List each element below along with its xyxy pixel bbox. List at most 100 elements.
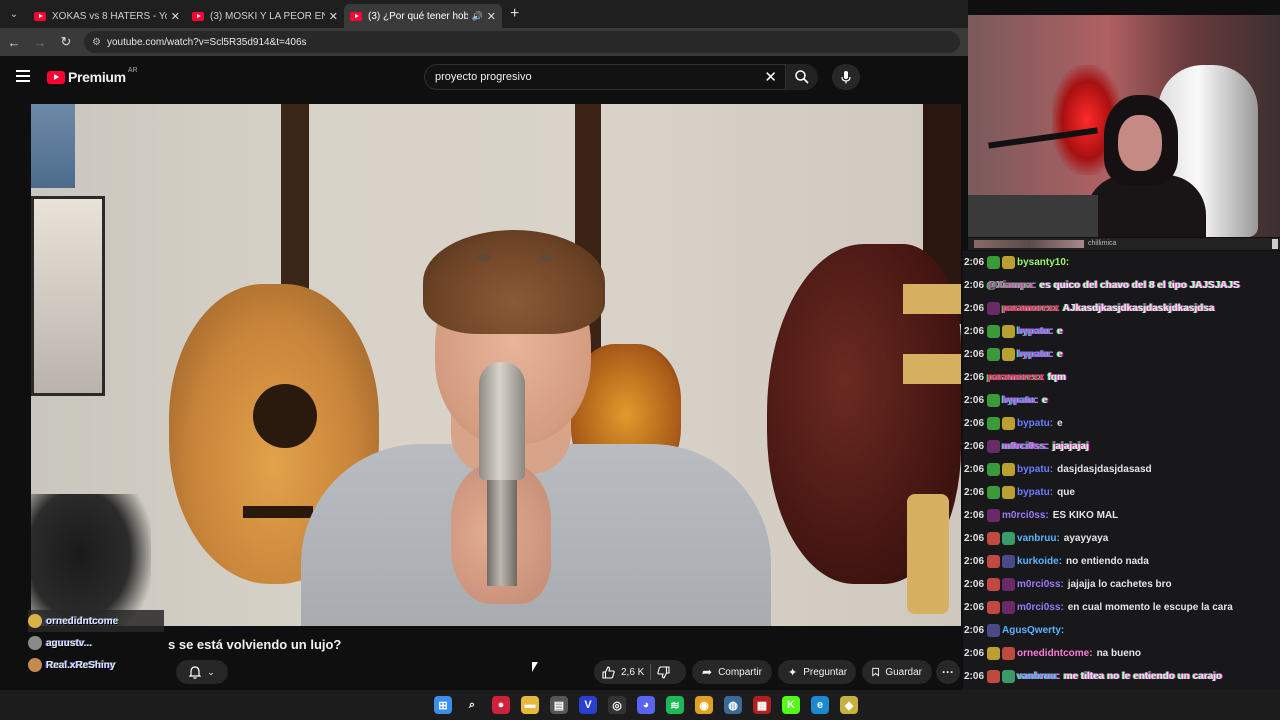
live-chat[interactable]: 2:06 bysanty10: 2:06 @Xiampa: es quico del c… [963, 251, 1280, 690]
guitar-pickup [903, 284, 961, 314]
chat-text: dasjdasjdasjdasasd [1057, 464, 1152, 475]
tab-search-icon[interactable]: ⌄ [0, 0, 28, 28]
search-input[interactable]: proyecto progresivo ✕ [424, 64, 786, 90]
voice-search-button[interactable] [832, 64, 860, 90]
speaker-icon[interactable]: 🔊 [472, 11, 483, 22]
like-count[interactable]: 2,6 K [621, 667, 644, 678]
framed-photo [31, 196, 105, 396]
edge-icon[interactable]: e [811, 696, 829, 714]
discord-icon[interactable]: ◕ [637, 696, 655, 714]
video-player[interactable] [31, 104, 961, 626]
chat-username[interactable]: bypatu: [1002, 395, 1038, 406]
share-label: Compartir [718, 666, 762, 678]
youtube-favicon-icon [350, 11, 362, 21]
forward-arrow-icon[interactable]: → [28, 35, 52, 50]
search-icon[interactable]: ⌕ [463, 696, 481, 714]
chat-username[interactable]: m0rci0ss: [1017, 579, 1064, 590]
notification-bell-button[interactable]: ⌄ [176, 660, 228, 684]
app-red-icon[interactable]: ● [492, 696, 510, 714]
youtube-logo[interactable]: Premium AR [47, 67, 138, 85]
youtube-header: Premium AR proyecto progresivo ✕ [0, 56, 968, 100]
chat-username[interactable]: m0rci0ss: [1017, 602, 1064, 613]
like-icon[interactable] [602, 665, 615, 679]
chat-message: 2:06 ornedidntcome: na bueno [963, 642, 1280, 665]
tab-label: XOKAS vs 8 HATERS - YouTube [52, 10, 167, 22]
chat-badge-icon [1002, 325, 1016, 338]
chat-username[interactable]: paramorexx [1002, 303, 1059, 314]
chat-message: 2:06 bypatu: e [963, 389, 1280, 412]
tab-1[interactable]: XOKAS vs 8 HATERS - YouTube ✕ [28, 4, 186, 28]
chat-timestamp: 2:06 [964, 556, 985, 567]
obs-icon[interactable]: ◎ [608, 696, 626, 714]
chat-message: 2:06 kurkoide: no entiendo nada [963, 550, 1280, 573]
chat-username[interactable]: ornedidntcome: [1017, 648, 1093, 659]
chat-timestamp: 2:06 [964, 602, 985, 613]
chat-timestamp: 2:06 [964, 579, 985, 590]
search-button[interactable] [786, 64, 818, 90]
thumbnail-strip [974, 240, 1084, 248]
chat-username[interactable]: bypatu: [1017, 418, 1053, 429]
microphone-icon [841, 71, 851, 84]
chat-text: e [1057, 349, 1063, 360]
chat-text: e [1042, 395, 1048, 406]
chat-username[interactable]: bypatu: [1017, 326, 1053, 337]
chat-username[interactable]: vanbruu: [1017, 533, 1060, 544]
v-app-icon[interactable]: V [579, 696, 597, 714]
store-icon[interactable]: ▤ [550, 696, 568, 714]
close-tab-icon[interactable]: ✕ [487, 10, 496, 23]
chat-timestamp: 2:06 [964, 326, 985, 337]
clear-search-icon[interactable]: ✕ [764, 68, 777, 86]
wave-app-icon[interactable]: ◍ [724, 696, 742, 714]
chat-badge-icon [987, 578, 1001, 591]
spotify-icon[interactable]: ≋ [666, 696, 684, 714]
chat-badge-icon [987, 532, 1001, 545]
tab-3-active[interactable]: (3) ¿Por qué tener hobbys se 🔊 ✕ [344, 4, 502, 28]
chat-username[interactable]: kurkoide: [1017, 556, 1062, 567]
chat-timestamp: 2:06 [964, 487, 985, 498]
save-button[interactable]: Guardar [862, 660, 932, 684]
chat-username[interactable]: m0rci0ss: [1002, 441, 1049, 452]
chat-username[interactable]: bypatu: [1017, 349, 1053, 360]
chat-username[interactable]: bysanty10: [1017, 257, 1069, 268]
menu-icon[interactable] [16, 70, 30, 82]
kick-icon[interactable]: K [782, 696, 800, 714]
emote-icon [28, 658, 42, 672]
more-actions-button[interactable]: ··· [936, 660, 960, 684]
chat-badge-icon [1002, 647, 1016, 660]
chat-username[interactable]: @Xiampa: [987, 280, 1036, 291]
new-tab-button[interactable]: + [510, 5, 519, 23]
chat-badge-icon [1002, 601, 1016, 614]
chat-timestamp: 2:06 [964, 280, 985, 291]
close-tab-icon[interactable]: ✕ [171, 10, 180, 23]
chat-badge-icon [987, 509, 1001, 522]
share-button[interactable]: ➦ Compartir [692, 660, 772, 684]
dislike-icon[interactable] [657, 665, 670, 679]
chat-username[interactable]: bypatu: [1017, 487, 1053, 498]
back-arrow-icon[interactable]: ← [2, 35, 26, 50]
chat-timestamp: 2:06 [964, 441, 985, 452]
chat-message: 2:06 bypatu: dasjdasjdasjdasasd [963, 458, 1280, 481]
person-eye [539, 254, 553, 261]
site-info-icon[interactable]: ⚙ [92, 37, 101, 48]
close-tab-icon[interactable]: ✕ [329, 10, 338, 23]
chat-text: ayayyaya [1063, 533, 1109, 544]
app-yellow-icon[interactable]: ◆ [840, 696, 858, 714]
chat-username[interactable]: bypatu: [1017, 464, 1053, 475]
file-explorer-icon[interactable]: ▬ [521, 696, 539, 714]
url-bar[interactable]: ⚙ youtube.com/watch?v=Scl5R35d914&t=406s [84, 31, 960, 53]
reload-icon[interactable]: ↻ [54, 34, 78, 50]
tab-2[interactable]: (3) MOSKI Y LA PEOR ENTREVISTA ✕ [186, 4, 344, 28]
chat-username[interactable]: AgusQwerty: [1002, 625, 1064, 636]
bookmark-icon [872, 667, 880, 677]
media-app-icon[interactable]: ▦ [753, 696, 771, 714]
chat-username[interactable]: vanbruu: [1017, 671, 1060, 682]
scrollbar-thumb[interactable] [1272, 239, 1278, 249]
channel-name: chillimica [1088, 240, 1117, 247]
chat-username[interactable]: paramorexx [987, 372, 1044, 383]
windows-start-icon[interactable]: ⊞ [434, 696, 452, 714]
chat-timestamp: 2:06 [964, 648, 985, 659]
chrome-icon[interactable]: ◉ [695, 696, 713, 714]
chat-username[interactable]: m0rci0ss: [1002, 510, 1049, 521]
ask-button[interactable]: ✦ Preguntar [778, 660, 856, 684]
windows-taskbar: ⊞ ⌕ ● ▬ ▤ V ◎ ◕ ≋ ◉ ◍ ▦ Ke ◆ [0, 690, 1280, 720]
